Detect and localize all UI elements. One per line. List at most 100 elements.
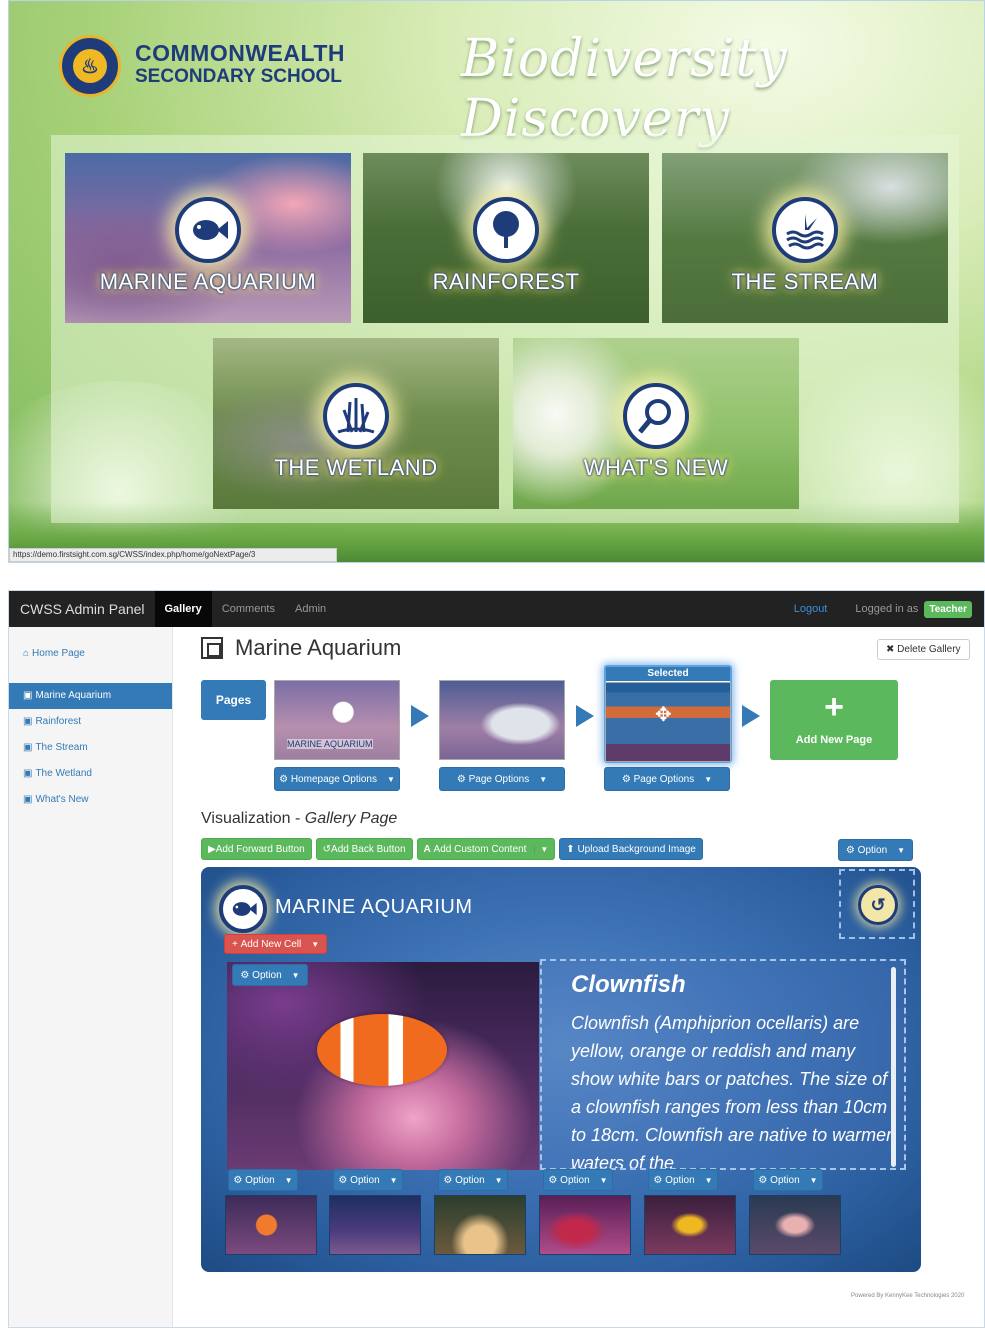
- plus-icon: +: [232, 938, 241, 950]
- pages-label: Pages: [201, 680, 266, 720]
- site-title: Biodiversity Discovery: [461, 29, 788, 149]
- tile-label: THE STREAM: [731, 269, 879, 294]
- caret-down-icon: ▼: [704, 774, 713, 784]
- thumbnail-label: MARINE AQUARIUM: [287, 739, 373, 749]
- gallery-icon: ▣: [23, 716, 33, 727]
- add-new-cell-button[interactable]: + Add New Cell ▼: [224, 934, 328, 954]
- toolbar: ▶ Add Forward Button ↺ Add Back Button A A…: [201, 838, 703, 860]
- tile-marine-aquarium[interactable]: MARINE AQUARIUM: [65, 153, 351, 323]
- arrow-right-icon: [742, 705, 760, 727]
- cell-option-button[interactable]: ⚙ Option ▼: [232, 964, 308, 986]
- canvas-title: MARINE AQUARIUM: [275, 896, 473, 918]
- gear-icon: ⚙: [456, 773, 469, 785]
- gear-icon: ⚙: [338, 1174, 351, 1186]
- nav-admin[interactable]: Admin: [285, 591, 336, 627]
- tile-rainforest[interactable]: RAINFOREST: [363, 153, 649, 323]
- back-icon[interactable]: ↺: [858, 885, 898, 925]
- scrollbar[interactable]: [891, 967, 896, 1167]
- logged-in-text: Logged in as: [855, 603, 919, 615]
- add-forward-button[interactable]: ▶ Add Forward Button: [201, 838, 312, 860]
- canvas-option-button[interactable]: ⚙ Option ▼: [838, 839, 913, 861]
- close-icon: ✖: [886, 644, 898, 655]
- gallery-icon: ▣: [23, 690, 33, 701]
- caret-down-icon: ▼: [599, 1175, 608, 1185]
- image-cell-clownfish[interactable]: [227, 962, 539, 1170]
- move-icon[interactable]: ✥: [655, 702, 672, 727]
- option-label: Option: [455, 1174, 485, 1186]
- cell-option-button[interactable]: ⚙ Option ▼: [753, 1169, 823, 1191]
- back-button-cell[interactable]: ↺: [839, 869, 915, 939]
- tile-the-stream[interactable]: THE STREAM: [662, 153, 948, 323]
- sidebar-item-marine-aquarium[interactable]: ▣ Marine Aquarium: [9, 683, 172, 709]
- school-name-line1: COMMONWEALTH: [135, 40, 345, 66]
- page-options-button[interactable]: ⚙ Page Options ▼: [439, 767, 565, 791]
- cell-description: Clownfish (Amphiprion ocellaris) are yel…: [571, 1013, 893, 1170]
- gallery-icon: ▣: [23, 742, 33, 753]
- tile-label: WHAT'S NEW: [583, 454, 729, 480]
- sidebar-item-label: Marine Aquarium: [35, 690, 112, 701]
- caret-down-icon: ▼: [897, 845, 906, 855]
- option-label: Option: [560, 1174, 590, 1186]
- fish-icon: [175, 197, 241, 263]
- sidebar-item-the-wetland[interactable]: ▣ The Wetland: [9, 761, 172, 787]
- tile-the-wetland[interactable]: THE WETLAND: [213, 338, 499, 509]
- cell-option-button[interactable]: ⚙ Option ▼: [648, 1169, 718, 1191]
- sidebar-item-home[interactable]: ⌂ Home Page: [9, 641, 172, 667]
- sidebar: ⌂ Home Page ▣ Marine Aquarium ▣ Rainforest …: [9, 627, 173, 1327]
- arrow-right-icon: [576, 705, 594, 727]
- cell-option-button[interactable]: ⚙ Option ▼: [228, 1169, 298, 1191]
- page-options-button[interactable]: ⚙ Page Options ▼: [604, 767, 730, 791]
- option-label: Option: [770, 1174, 800, 1186]
- tree-icon: [473, 197, 539, 263]
- sidebar-item-the-stream[interactable]: ▣ The Stream: [9, 735, 172, 761]
- gear-icon: ⚙: [279, 773, 291, 785]
- add-custom-content-button[interactable]: A Add Custom Content ▼: [416, 838, 556, 860]
- admin-panel: CWSS Admin Panel Gallery Comments Admin …: [8, 590, 985, 1328]
- caret-down-icon[interactable]: ▼: [534, 844, 548, 854]
- viz-name: Gallery Page: [304, 810, 398, 827]
- gallery-icon: [201, 637, 223, 659]
- sidebar-item-whats-new[interactable]: ▣ What's New: [9, 787, 172, 813]
- brand[interactable]: CWSS Admin Panel: [9, 601, 155, 617]
- gallery-icon: ▣: [23, 768, 33, 779]
- cell-option-button[interactable]: ⚙ Option ▼: [543, 1169, 613, 1191]
- thumbnail-cell[interactable]: [225, 1195, 317, 1255]
- text-cell[interactable]: Clownfish Clownfish (Amphiprion ocellari…: [540, 959, 906, 1170]
- homepage-options-button[interactable]: ⚙ Homepage Options ▼: [274, 767, 400, 791]
- cell-title: Clownfish: [571, 971, 686, 998]
- nav-gallery[interactable]: Gallery: [154, 591, 212, 627]
- school-name-line2: SECONDARY SCHOOL: [135, 66, 342, 87]
- gear-icon: ⚙: [653, 1174, 666, 1186]
- cell-option-button[interactable]: ⚙ Option ▼: [333, 1169, 403, 1191]
- delete-gallery-button[interactable]: ✖ Delete Gallery: [877, 639, 970, 660]
- add-back-button[interactable]: ↺ Add Back Button: [315, 838, 413, 860]
- page-title: Marine Aquarium: [201, 635, 401, 661]
- caret-down-icon: ▼: [311, 939, 320, 949]
- biodiversity-homepage: ♨ COMMONWEALTH SECONDARY SCHOOL Biodiver…: [8, 0, 985, 563]
- upload-background-button[interactable]: ⬆ Upload Background Image: [559, 838, 703, 860]
- add-new-page-button[interactable]: + Add New Page: [770, 680, 898, 760]
- upload-icon: ⬆: [566, 843, 578, 855]
- page-thumbnail-2[interactable]: [439, 680, 565, 760]
- tile-whats-new[interactable]: WHAT'S NEW: [513, 338, 799, 509]
- thumbnail-cell[interactable]: [329, 1195, 421, 1255]
- button-label: Add Back Button: [331, 843, 406, 855]
- footer: Powered By KennyKee Technologies 2020: [851, 1293, 965, 1299]
- page-thumbnail-home[interactable]: MARINE AQUARIUM: [274, 680, 400, 760]
- nav-right: Logout Logged in as Teacher: [794, 600, 984, 618]
- thumbnail-cell[interactable]: [644, 1195, 736, 1255]
- logout-link[interactable]: Logout: [794, 603, 828, 615]
- cell-option-button[interactable]: ⚙ Option ▼: [438, 1169, 508, 1191]
- reeds-icon: [323, 382, 389, 449]
- nav-comments[interactable]: Comments: [212, 591, 285, 627]
- thumbnail-cell[interactable]: [434, 1195, 526, 1255]
- tile-label: RAINFOREST: [432, 269, 580, 294]
- sidebar-item-rainforest[interactable]: ▣ Rainforest: [9, 709, 172, 735]
- thumbnail-cell[interactable]: [749, 1195, 841, 1255]
- sidebar-item-label: Home Page: [32, 648, 85, 659]
- option-label: Option: [252, 969, 282, 981]
- thumbnail-cell[interactable]: [539, 1195, 631, 1255]
- tile-label: MARINE AQUARIUM: [99, 269, 317, 294]
- option-label: Option: [350, 1174, 380, 1186]
- option-label: Option: [857, 844, 888, 856]
